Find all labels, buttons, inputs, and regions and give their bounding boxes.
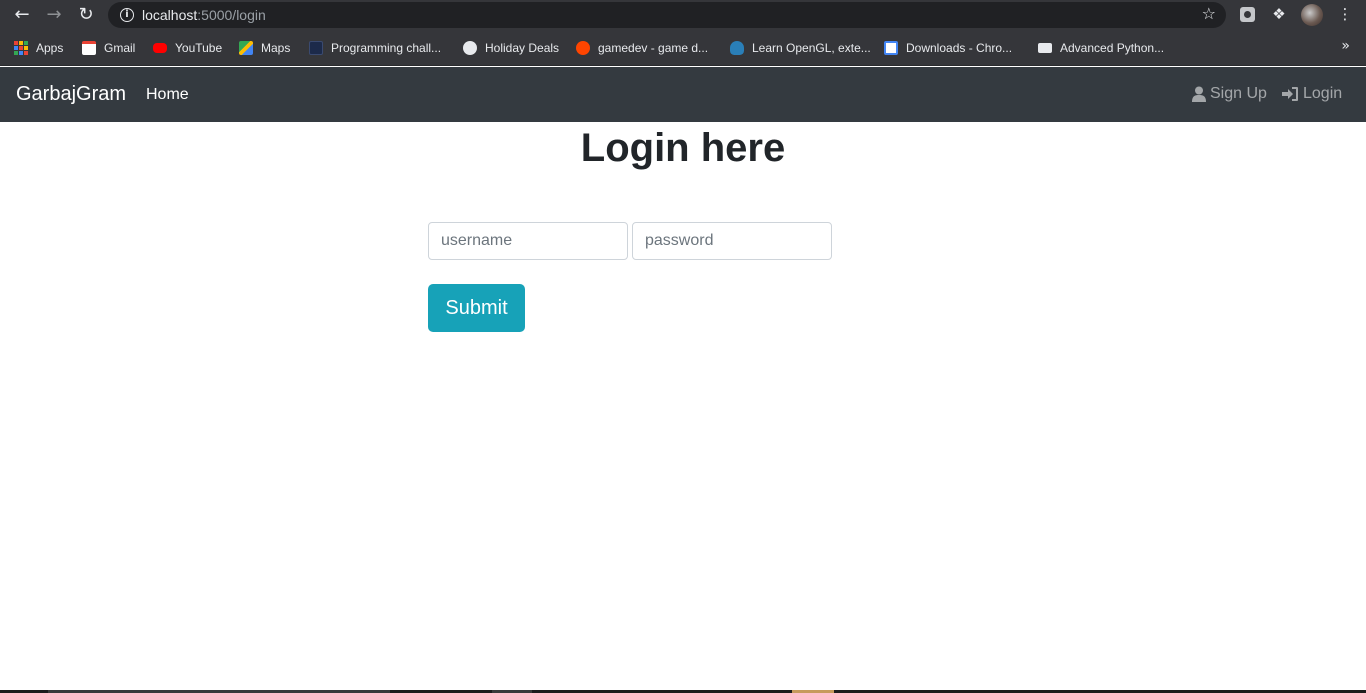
nav-home-link[interactable]: Home — [146, 86, 189, 104]
apps-grid-icon — [14, 41, 28, 55]
bookmark-python[interactable]: Advanced Python... — [1038, 39, 1164, 57]
bookmarks-bar: Apps Gmail YouTube Maps Programming chal… — [0, 30, 1366, 66]
bookmark-gamedev[interactable]: gamedev - game d... — [576, 39, 708, 57]
site-navbar: GarbajGram Home Sign Up Login — [0, 67, 1366, 122]
bookmark-downloads[interactable]: Downloads - Chro... — [884, 39, 1012, 57]
extension-icon[interactable] — [1240, 7, 1255, 22]
bookmark-label: gamedev - game d... — [598, 41, 709, 55]
password-input[interactable] — [632, 222, 832, 260]
username-input[interactable] — [428, 222, 628, 260]
back-icon[interactable]: ← — [11, 4, 33, 26]
programming-icon — [309, 41, 323, 55]
puzzle-icon[interactable]: ❖ — [1270, 5, 1288, 23]
profile-avatar[interactable] — [1301, 4, 1323, 26]
nav-login-link[interactable]: Login — [1282, 85, 1342, 103]
bookmark-label: Apps — [36, 41, 64, 55]
python-icon — [1038, 43, 1052, 53]
url-text[interactable]: localhost:5000/login — [142, 7, 266, 23]
navbar-brand[interactable]: GarbajGram — [16, 83, 126, 106]
nav-signup-label: Sign Up — [1210, 85, 1267, 102]
youtube-icon — [153, 43, 167, 53]
bookmark-gmail[interactable]: Gmail — [82, 39, 135, 57]
bookmark-label: Gmail — [104, 41, 136, 55]
bookmark-maps[interactable]: Maps — [239, 39, 290, 57]
bookmark-youtube[interactable]: YouTube — [153, 39, 222, 57]
gmail-icon — [82, 41, 96, 55]
bookmark-programming[interactable]: Programming chall... — [309, 39, 441, 57]
browser-toolbar: ← → ↻ i localhost:5000/login ☆ ❖ ⋮ — [0, 0, 1366, 30]
reload-icon[interactable]: ↻ — [75, 4, 97, 26]
bookmark-label: Programming chall... — [331, 41, 442, 55]
url-path: :5000/login — [197, 7, 266, 23]
info-icon[interactable]: i — [120, 8, 134, 22]
page-title: Login here — [580, 126, 786, 170]
address-bar[interactable]: i localhost:5000/login ☆ — [108, 2, 1226, 28]
nav-login-label: Login — [1303, 85, 1343, 102]
globe-icon — [463, 41, 477, 55]
bookmark-holiday[interactable]: Holiday Deals — [463, 39, 559, 57]
star-icon[interactable]: ☆ — [1202, 4, 1216, 23]
submit-button[interactable]: Submit — [428, 284, 525, 332]
sign-in-icon — [1282, 87, 1298, 101]
bookmark-label: Learn OpenGL, exte... — [752, 41, 871, 55]
bookmark-label: Downloads - Chro... — [906, 41, 1013, 55]
bookmark-label: Advanced Python... — [1060, 41, 1165, 55]
bookmark-label: Holiday Deals — [485, 41, 560, 55]
downloads-icon — [884, 41, 898, 55]
opengl-icon — [730, 41, 744, 55]
bookmark-label: Maps — [261, 41, 291, 55]
url-host: localhost — [142, 7, 198, 23]
reddit-icon — [576, 41, 590, 55]
nav-signup-link[interactable]: Sign Up — [1192, 85, 1267, 103]
user-icon — [1192, 86, 1206, 102]
forward-icon[interactable]: → — [43, 4, 65, 26]
bookmark-opengl[interactable]: Learn OpenGL, exte... — [730, 39, 871, 57]
menu-icon[interactable]: ⋮ — [1336, 5, 1354, 23]
bookmark-apps[interactable]: Apps — [14, 39, 63, 57]
maps-icon — [239, 41, 253, 55]
more-bookmarks-icon[interactable]: » — [1341, 38, 1350, 54]
bookmark-label: YouTube — [175, 41, 223, 55]
